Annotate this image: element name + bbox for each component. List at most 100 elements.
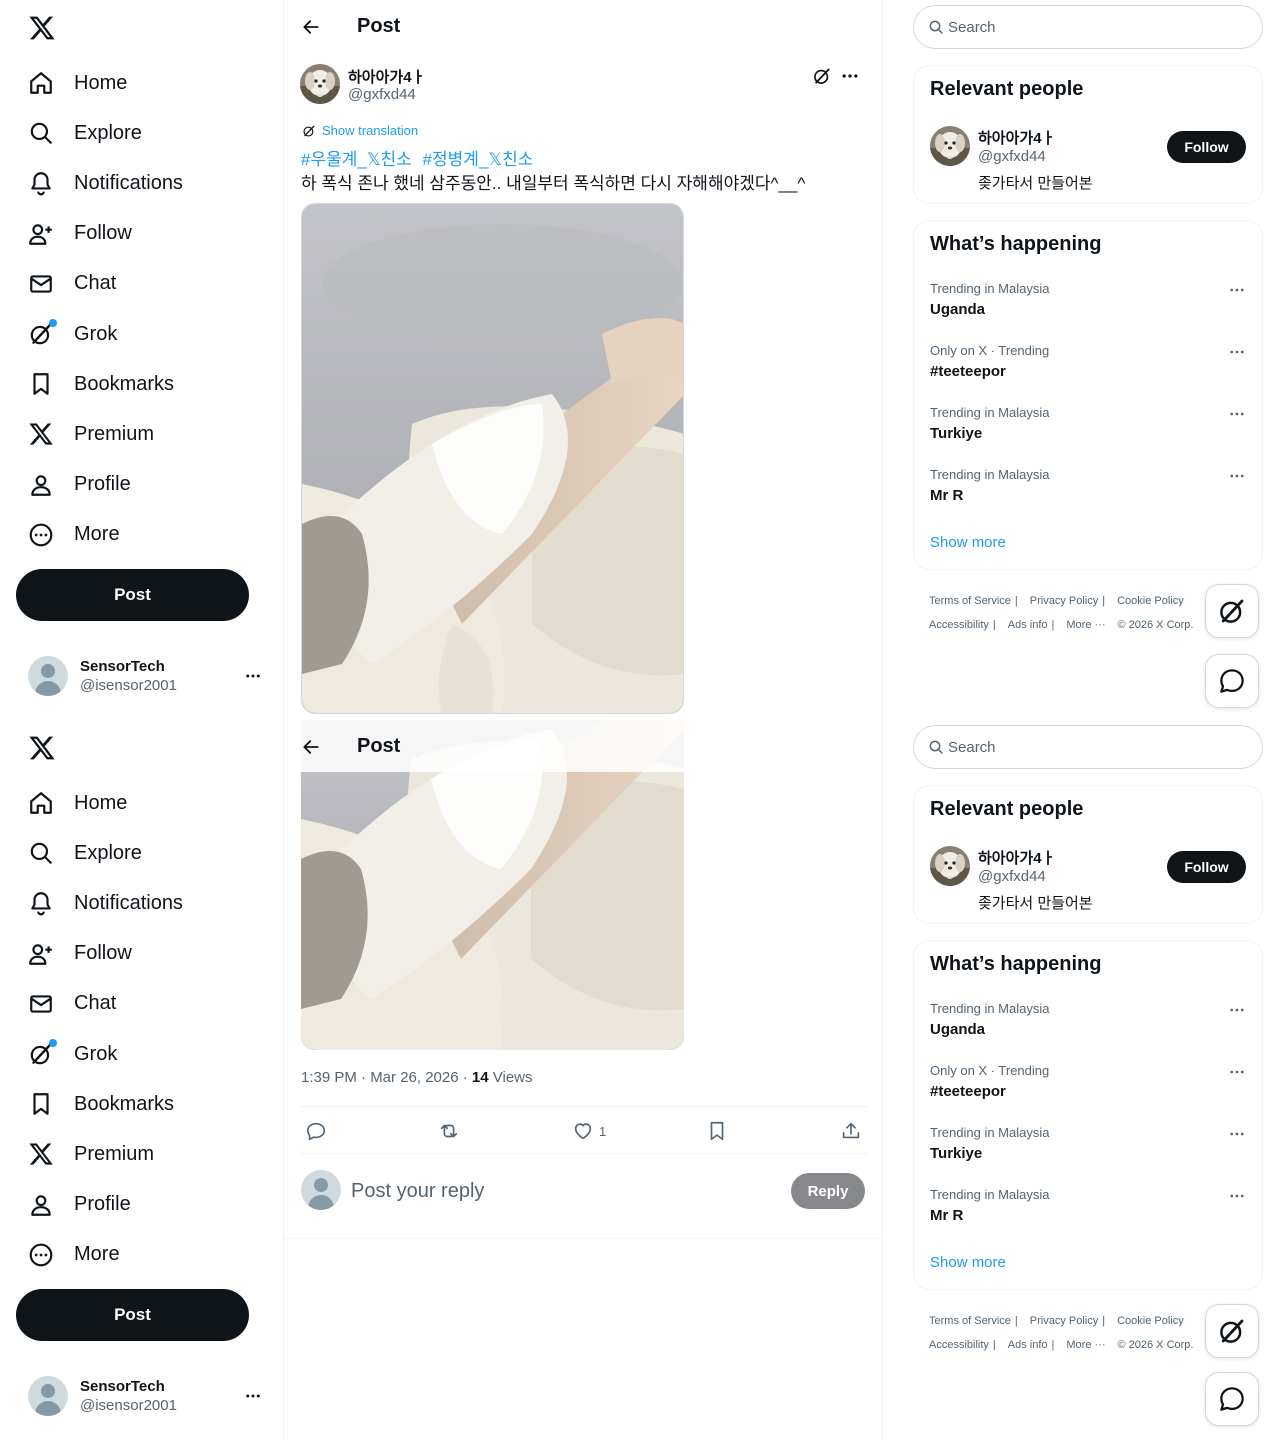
trend-item[interactable]: Trending in Malaysia Mr R: [930, 467, 1246, 517]
trend-meta: Trending in Malaysia: [930, 1187, 1050, 1202]
nav-item-follow[interactable]: Follow: [16, 209, 183, 259]
more-dots-icon[interactable]: [1228, 1187, 1246, 1205]
grok-fab-button[interactable]: [1205, 584, 1259, 638]
nav-item-explore[interactable]: Explore: [16, 108, 183, 158]
nav-item-profile[interactable]: Profile: [16, 1180, 183, 1230]
chat-bubble-icon: [1217, 666, 1247, 696]
nav-item-home[interactable]: Home: [16, 778, 183, 828]
nav-item-notifications[interactable]: Notifications: [16, 158, 183, 208]
more-dots-icon[interactable]: [1228, 343, 1246, 361]
search-input[interactable]: [948, 738, 1228, 756]
trend-item[interactable]: Only on X · Trending #teeteepor: [930, 343, 1246, 393]
nav-item-premium[interactable]: Premium: [16, 409, 183, 459]
search-box[interactable]: [913, 725, 1263, 769]
privacy-link[interactable]: Privacy Policy: [1030, 1315, 1098, 1327]
show-more-link[interactable]: Show more: [930, 1254, 1006, 1271]
follow-button[interactable]: Follow: [1167, 131, 1246, 163]
nav-item-grok[interactable]: Grok: [16, 309, 183, 359]
terms-link[interactable]: Terms of Service: [929, 1315, 1011, 1327]
trend-meta: Only on X · Trending: [930, 343, 1050, 358]
more-dots-icon[interactable]: [1228, 281, 1246, 299]
back-arrow-icon[interactable]: [301, 17, 321, 37]
nav-item-bookmarks[interactable]: Bookmarks: [16, 1079, 183, 1129]
avatar[interactable]: [930, 846, 970, 886]
more-dots-icon[interactable]: [1228, 1001, 1246, 1019]
cookie-link[interactable]: Cookie Policy: [1117, 1315, 1184, 1327]
nav-item-chat[interactable]: Chat: [16, 259, 183, 309]
trend-item[interactable]: Only on X · Trending #teeteepor: [930, 1063, 1246, 1113]
more-dots-icon[interactable]: [1228, 467, 1246, 485]
user-name[interactable]: 하아아가4ㅏ: [978, 127, 1055, 148]
account-switcher[interactable]: SensorTech @isensor2001: [28, 655, 268, 697]
privacy-link[interactable]: Privacy Policy: [1030, 595, 1098, 607]
show-translation-link[interactable]: Show translation: [302, 123, 418, 138]
user-name[interactable]: 하아아가4ㅏ: [978, 847, 1055, 868]
more-dots-icon[interactable]: [1228, 405, 1246, 423]
like-count: 1: [599, 1123, 607, 1139]
more-dots-icon[interactable]: [1228, 1063, 1246, 1081]
like-button[interactable]: 1: [572, 1120, 606, 1142]
footer-more-link[interactable]: More ···: [1066, 1339, 1105, 1351]
reply-input[interactable]: Post your reply: [351, 1180, 484, 1203]
more-dots-icon[interactable]: [1228, 1125, 1246, 1143]
nav-item-grok[interactable]: Grok: [16, 1029, 183, 1079]
repost-button[interactable]: [438, 1120, 460, 1142]
accessibility-link[interactable]: Accessibility: [929, 619, 989, 631]
hashtag-link[interactable]: #정병계_𝕏친소: [423, 150, 534, 169]
account-switcher[interactable]: SensorTech @isensor2001: [28, 1375, 268, 1417]
nav-item-notifications[interactable]: Notifications: [16, 878, 183, 928]
trend-item[interactable]: Trending in Malaysia Uganda: [930, 1001, 1246, 1051]
accessibility-link[interactable]: Accessibility: [929, 1339, 989, 1351]
ads-link[interactable]: Ads info: [1008, 1339, 1048, 1351]
trend-item[interactable]: Trending in Malaysia Uganda: [930, 281, 1246, 331]
post-button[interactable]: Post: [16, 569, 249, 621]
nav-item-premium[interactable]: Premium: [16, 1129, 183, 1179]
nav-item-explore[interactable]: Explore: [16, 828, 183, 878]
user-handle[interactable]: @gxfxd44: [978, 868, 1046, 885]
hashtag-link[interactable]: #우울계_𝕏친소: [301, 150, 412, 169]
more-dots-icon[interactable]: [244, 1387, 262, 1405]
post-button[interactable]: Post: [16, 1289, 249, 1341]
nav-label: Profile: [74, 473, 131, 496]
grok-fab-button[interactable]: [1205, 1304, 1259, 1358]
reply-button[interactable]: [305, 1120, 327, 1142]
avatar[interactable]: [930, 126, 970, 166]
back-arrow-icon[interactable]: [301, 737, 321, 757]
nav-item-follow[interactable]: Follow: [16, 929, 183, 979]
search-input[interactable]: [948, 18, 1228, 36]
chat-fab-button[interactable]: [1205, 1372, 1259, 1426]
author-avatar[interactable]: [300, 64, 340, 104]
follow-button[interactable]: Follow: [1167, 851, 1246, 883]
x-logo-icon[interactable]: [28, 734, 56, 762]
grok-icon[interactable]: [812, 66, 832, 86]
nav-item-more[interactable]: More: [16, 510, 183, 560]
ads-link[interactable]: Ads info: [1008, 619, 1048, 631]
more-dots-icon[interactable]: [840, 66, 860, 86]
nav-item-more[interactable]: More: [16, 1230, 183, 1280]
footer-more-link[interactable]: More ···: [1066, 619, 1105, 631]
trend-item[interactable]: Trending in Malaysia Mr R: [930, 1187, 1246, 1237]
trend-item[interactable]: Trending in Malaysia Turkiye: [930, 405, 1246, 455]
nav-item-profile[interactable]: Profile: [16, 460, 183, 510]
author-name[interactable]: 하아아가4ㅏ: [348, 66, 425, 87]
trend-item[interactable]: Trending in Malaysia Turkiye: [930, 1125, 1246, 1175]
nav-item-bookmarks[interactable]: Bookmarks: [16, 359, 183, 409]
nav-item-home[interactable]: Home: [16, 58, 183, 108]
terms-link[interactable]: Terms of Service: [929, 595, 1011, 607]
user-handle[interactable]: @gxfxd44: [978, 148, 1046, 165]
person-icon: [28, 1192, 54, 1218]
bookmark-button[interactable]: [706, 1120, 728, 1142]
show-more-link[interactable]: Show more: [930, 534, 1006, 551]
reply-submit-button[interactable]: Reply: [791, 1173, 865, 1209]
cookie-link[interactable]: Cookie Policy: [1117, 595, 1184, 607]
search-box[interactable]: [913, 5, 1263, 49]
x-logo-icon[interactable]: [28, 14, 56, 42]
post-image[interactable]: [301, 203, 684, 714]
chat-fab-button[interactable]: [1205, 654, 1259, 708]
grok-icon: [1217, 596, 1247, 626]
post-time[interactable]: 1:39 PM · Mar 26, 2026 ·: [301, 1069, 472, 1086]
nav-item-chat[interactable]: Chat: [16, 979, 183, 1029]
more-dots-icon[interactable]: [244, 667, 262, 685]
author-handle[interactable]: @gxfxd44: [348, 86, 416, 103]
share-button[interactable]: [840, 1120, 862, 1142]
